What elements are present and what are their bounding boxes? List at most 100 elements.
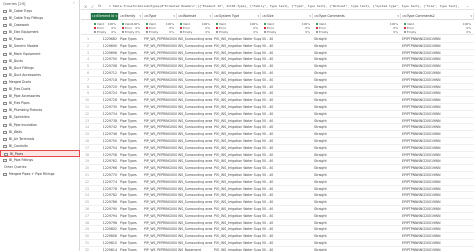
table-cell[interactable]: Pipe Types xyxy=(119,247,143,251)
table-row[interactable]: 22 1229774 Pipe Types PIP_WS_PEPRING0001 WS_… xyxy=(81,179,474,186)
table-cell[interactable]: PIP_WS_PEPRING0001 xyxy=(143,138,177,145)
table-cell[interactable]: 1229728 xyxy=(91,97,119,104)
table-cell[interactable]: PIO_WS_Irrigation Water Supply_WS xyxy=(213,186,261,193)
table-cell[interactable]: Pipe Types xyxy=(119,165,143,172)
table-cell[interactable]: 1229778 xyxy=(91,186,119,193)
table-cell[interactable]: Pipe Types xyxy=(119,50,143,57)
table-cell[interactable]: PIO_WS_Irrigation Water Supply_WS xyxy=(213,84,261,91)
data-type-icon[interactable]: ABC xyxy=(144,15,149,18)
table-cell[interactable]: PIO_WS_Irrigation Water Supply_WS xyxy=(213,36,261,43)
table-cell[interactable]: Straight xyxy=(313,152,401,159)
table-cell[interactable]: WS_Surrounding area xyxy=(177,50,213,57)
table-cell[interactable]: 50 - 40 xyxy=(261,50,313,57)
table-cell[interactable]: WS_Surrounding area xyxy=(177,56,213,63)
table-cell[interactable]: WS_Surrounding area xyxy=(177,36,213,43)
table-cell[interactable]: 1229700 xyxy=(91,56,119,63)
table-cell[interactable]: WS_Basement xyxy=(177,247,213,251)
table-cell[interactable]: PIP_WS_PEPRING0001 xyxy=(143,199,177,206)
table-cell[interactable]: EPIPTPNNNNCD0019WN xyxy=(401,36,474,43)
data-type-icon[interactable]: ABC xyxy=(402,15,407,18)
table-row[interactable]: 25 1229786 Pipe Types PIP_WS_PEPRING0001 WS_… xyxy=(81,199,474,206)
table-cell[interactable]: Straight xyxy=(313,240,401,247)
table-cell[interactable]: 1229810 xyxy=(91,240,119,247)
table-cell[interactable]: 50 - 40 xyxy=(261,226,313,233)
table-row[interactable]: 14 1229742 Pipe Types PIP_WS_PEPRING0001 WS_… xyxy=(81,124,474,132)
column-header[interactable]: ABC Size ▾ xyxy=(261,13,313,20)
table-cell[interactable]: 50 - 40 xyxy=(261,56,313,63)
table-cell[interactable]: 50 - 40 xyxy=(261,233,313,240)
table-row[interactable]: 8 1229720 Pipe Types PIP_WS_PEPRING0001 WS_S… xyxy=(81,84,474,91)
table-cell[interactable]: PIO_WS_Irrigation Water Supply_WS xyxy=(213,124,261,131)
table-cell[interactable]: 50 - 40 xyxy=(261,111,313,118)
table-cell[interactable]: 1229782 xyxy=(91,192,119,199)
column-header[interactable]: ABC System Type ▾ xyxy=(213,13,261,20)
query-item[interactable]: BI_Floors xyxy=(0,36,80,43)
table-cell[interactable]: PIO_WS_Irrigation Water Supply_WS xyxy=(213,192,261,199)
query-item[interactable]: BI_Ducts xyxy=(0,58,80,65)
table-cell[interactable]: 1229766 xyxy=(91,165,119,172)
query-item[interactable]: BI_Elec Equipment xyxy=(0,29,80,36)
table-cell[interactable]: PIP_WS_PEPRING0001 xyxy=(143,165,177,172)
table-row[interactable]: 15 1229746 Pipe Types PIP_WS_PEPRING0001 WS_… xyxy=(81,131,474,138)
table-cell[interactable]: PIP_WS_PEPRING0001 xyxy=(143,90,177,97)
table-cell[interactable]: PIO_WS_Irrigation Water Supply_WS xyxy=(213,247,261,251)
table-cell[interactable]: PIP_WS_PEPRING0001 xyxy=(143,213,177,220)
table-cell[interactable]: WS_Surrounding area xyxy=(177,131,213,138)
table-row[interactable]: 28 1229798 Pipe Types PIP_WS_PEPRING0001 WS_… xyxy=(81,220,474,227)
table-cell[interactable]: PIP_WS_PEPRING0001 xyxy=(143,36,177,43)
table-cell[interactable]: 1229790 xyxy=(91,206,119,213)
query-item[interactable]: BI_Pipes xyxy=(0,149,80,157)
table-cell[interactable]: EPIPTPNNNNCD0019WN xyxy=(401,220,474,227)
table-cell[interactable]: PIO_WS_Irrigation Water Supply_WS xyxy=(213,206,261,213)
table-cell[interactable]: EPIPTPNNNNCD0019WN xyxy=(401,158,474,165)
table-cell[interactable]: Pipe Types xyxy=(119,213,143,220)
table-cell[interactable]: PIP_WS_PEPRING0001 xyxy=(143,226,177,233)
query-item[interactable]: Merged Ducts xyxy=(0,79,80,86)
table-cell[interactable]: 1229794 xyxy=(91,213,119,220)
data-type-icon[interactable]: ABC xyxy=(314,15,319,18)
table-cell[interactable]: Straight xyxy=(313,118,401,125)
table-cell[interactable]: 1229798 xyxy=(91,220,119,227)
table-cell[interactable]: Pipe Types xyxy=(119,240,143,247)
table-cell[interactable]: Pipe Types xyxy=(119,131,143,138)
filter-dropdown-icon[interactable]: ▾ xyxy=(309,13,311,20)
table-cell[interactable]: Straight xyxy=(313,247,401,251)
table-cell[interactable]: PIO_WS_Irrigation Water Supply_WS xyxy=(213,104,261,111)
table-cell[interactable]: PIO_WS_Irrigation Water Supply_WS xyxy=(213,111,261,118)
table-cell[interactable]: Straight xyxy=(313,233,401,240)
filter-dropdown-icon[interactable]: ▾ xyxy=(173,13,175,20)
table-cell[interactable]: Straight xyxy=(313,158,401,165)
table-cell[interactable]: Straight xyxy=(313,56,401,63)
table-cell[interactable]: PIP_WS_PEPRING0001 xyxy=(143,145,177,152)
table-row[interactable]: 7 1229718 Pipe Types PIP_WS_PEPRING0001 WS_S… xyxy=(81,77,474,84)
table-cell[interactable]: 50 - 40 xyxy=(261,220,313,227)
table-cell[interactable]: Pipe Types xyxy=(119,192,143,199)
table-cell[interactable]: Pipe Types xyxy=(119,84,143,91)
table-cell[interactable]: WS_Surrounding area xyxy=(177,70,213,77)
filter-dropdown-icon[interactable]: ▾ xyxy=(470,13,472,20)
confirm-icon[interactable]: ✓ xyxy=(91,3,96,10)
table-cell[interactable]: WS_Surrounding area xyxy=(177,172,213,179)
table-cell[interactable]: Pipe Types xyxy=(119,36,143,43)
table-cell[interactable]: 50 - 40 xyxy=(261,138,313,145)
table-cell[interactable]: PIP_WS_PEPRING0001 xyxy=(143,118,177,125)
table-cell[interactable]: WS_Surrounding area xyxy=(177,43,213,50)
query-item[interactable]: BI_Conduits xyxy=(0,143,80,150)
table-cell[interactable]: PIP_WS_PEPRING0001 xyxy=(143,158,177,165)
table-row[interactable]: 32 1229814 Pipe Types PIP_WS_PEPRING0001 WS_… xyxy=(81,247,474,251)
table-cell[interactable]: EPIPTPNNNNCD0019WN xyxy=(401,56,474,63)
table-cell[interactable]: PIO_WS_Irrigation Water Supply_WS xyxy=(213,70,261,77)
table-cell[interactable]: 1229734 xyxy=(91,111,119,118)
data-type-icon[interactable]: ABC xyxy=(120,15,125,18)
table-cell[interactable]: EPIPTPNNNNCD0019WN xyxy=(401,70,474,77)
table-row[interactable]: 1 1229682 Pipe Types PIP_WS_PEPRING0001 WS_S… xyxy=(81,36,474,43)
table-row[interactable]: 13 1229738 Pipe Types PIP_WS_PEPRING0001 WS_… xyxy=(81,118,474,125)
query-item[interactable]: Merged Pipes + Pipe Fittings xyxy=(0,171,80,178)
table-cell[interactable]: PIP_WS_PEPRING0001 xyxy=(143,192,177,199)
table-cell[interactable]: PIP_WS_PEPRING0001 xyxy=(143,247,177,251)
query-item[interactable]: BI_Cable Trays xyxy=(0,8,80,15)
table-cell[interactable]: EPIPTPNNNNCD0019WN xyxy=(401,124,474,131)
table-cell[interactable]: PIO_WS_Irrigation Water Supply_WS xyxy=(213,213,261,220)
table-cell[interactable]: WS_Surrounding area xyxy=(177,165,213,172)
table-cell[interactable]: 1229786 xyxy=(91,199,119,206)
